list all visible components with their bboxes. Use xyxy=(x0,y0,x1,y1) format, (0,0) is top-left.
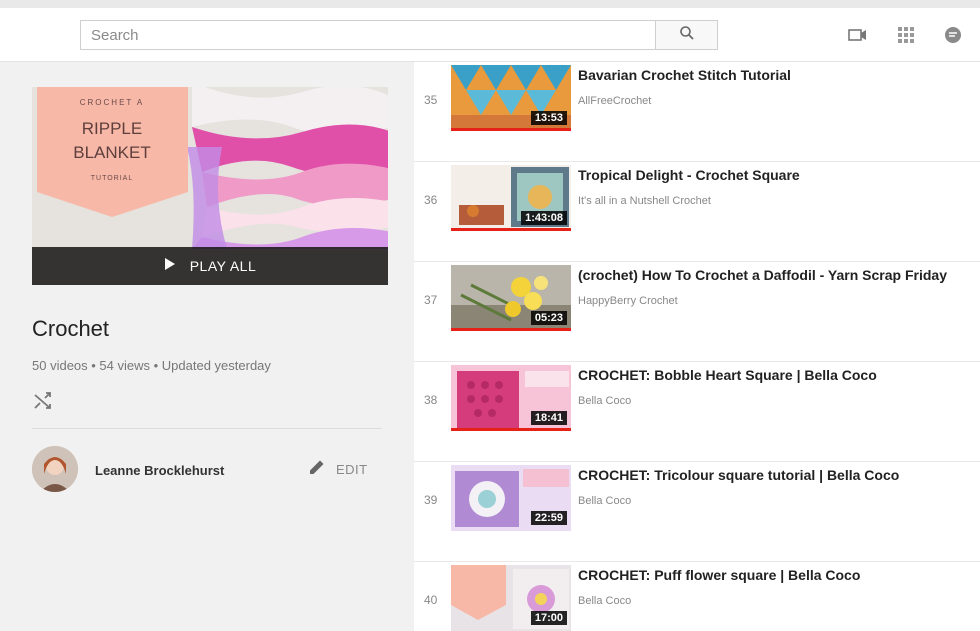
video-thumbnail[interactable]: 22:59 xyxy=(451,465,571,531)
list-item[interactable]: 37 05:23 (crochet) How To Crochet a Daff… xyxy=(414,262,980,362)
video-duration: 05:23 xyxy=(530,311,567,325)
video-channel[interactable]: Bella Coco xyxy=(578,395,631,407)
playlist-video-list: 35 13:53 Bavarian Crochet Stitch Tutoria… xyxy=(414,62,980,631)
video-title[interactable]: CROCHET: Tricolour square tutorial | Bel… xyxy=(578,467,899,483)
video-channel[interactable]: HappyBerry Crochet xyxy=(578,295,678,307)
video-channel[interactable]: AllFreeCrochet xyxy=(578,95,651,107)
video-index: 40 xyxy=(424,593,438,607)
messages-icon[interactable] xyxy=(943,26,963,44)
playlist-stats: 50 videos • 54 views • Updated yesterday xyxy=(32,358,271,373)
video-title[interactable]: CROCHET: Bobble Heart Square | Bella Coc… xyxy=(578,367,877,383)
edit-label: EDIT xyxy=(336,462,368,477)
video-title[interactable]: Tropical Delight - Crochet Square xyxy=(578,167,800,183)
thumb-line1: CROCHET A xyxy=(80,98,145,107)
owner-name[interactable]: Leanne Brocklehurst xyxy=(95,463,224,478)
video-channel[interactable]: Bella Coco xyxy=(578,495,631,507)
watched-progress-bar xyxy=(451,128,571,131)
list-item[interactable]: 39 22:59 CROCHET: Tricolour square tutor… xyxy=(414,462,980,562)
masthead xyxy=(0,8,980,62)
thumb-line4: TUTORIAL xyxy=(91,175,134,182)
video-channel[interactable]: Bella Coco xyxy=(578,595,631,607)
playlist-sidebar: CROCHET A RIPPLE BLANKET TUTORIAL PLAY A… xyxy=(0,62,414,631)
playlist-thumbnail[interactable]: CROCHET A RIPPLE BLANKET TUTORIAL PLAY A… xyxy=(32,87,388,285)
search-input[interactable] xyxy=(81,21,655,49)
video-title[interactable]: (crochet) How To Crochet a Daffodil - Ya… xyxy=(578,267,947,283)
video-duration: 18:41 xyxy=(530,411,567,425)
search-button[interactable] xyxy=(655,20,718,50)
video-duration: 13:53 xyxy=(530,111,567,125)
play-all-button[interactable]: PLAY ALL xyxy=(32,247,388,285)
avatar[interactable] xyxy=(32,446,78,492)
upload-video-icon[interactable] xyxy=(848,26,868,44)
thumb-line2: RIPPLE xyxy=(82,119,142,138)
video-thumbnail[interactable]: 17:00 xyxy=(451,565,571,631)
video-index: 36 xyxy=(424,193,438,207)
play-icon xyxy=(164,257,176,276)
watched-progress-bar xyxy=(451,428,571,431)
video-channel[interactable]: It's all in a Nutshell Crochet xyxy=(578,195,711,207)
edit-button[interactable]: EDIT xyxy=(308,458,368,481)
video-index: 38 xyxy=(424,393,438,407)
video-index: 35 xyxy=(424,93,438,107)
shuffle-icon[interactable] xyxy=(32,390,54,412)
pencil-icon xyxy=(308,458,326,481)
top-strip xyxy=(0,0,980,8)
search-icon xyxy=(679,25,695,46)
video-thumbnail[interactable]: 05:23 xyxy=(451,265,571,331)
apps-grid-icon[interactable] xyxy=(896,26,916,44)
list-item[interactable]: 35 13:53 Bavarian Crochet Stitch Tutoria… xyxy=(414,62,980,162)
thumb-line3: BLANKET xyxy=(73,143,150,162)
video-index: 39 xyxy=(424,493,438,507)
video-duration: 1:43:08 xyxy=(521,211,567,225)
video-title[interactable]: CROCHET: Puff flower square | Bella Coco xyxy=(578,567,860,583)
list-item[interactable]: 40 17:00 CROCHET: Puff flower square | B… xyxy=(414,562,980,631)
video-title[interactable]: Bavarian Crochet Stitch Tutorial xyxy=(578,67,791,83)
search-box[interactable] xyxy=(80,20,656,50)
video-thumbnail[interactable]: 1:43:08 xyxy=(451,165,571,231)
watched-progress-bar xyxy=(451,228,571,231)
video-index: 37 xyxy=(424,293,438,307)
list-item[interactable]: 38 18:41 CROCHET: Bobble Heart Square | … xyxy=(414,362,980,462)
divider xyxy=(32,428,382,429)
video-thumbnail[interactable]: 13:53 xyxy=(451,65,571,131)
watched-progress-bar xyxy=(451,328,571,331)
video-duration: 22:59 xyxy=(530,511,567,525)
video-duration: 17:00 xyxy=(530,611,567,625)
playlist-title: Crochet xyxy=(32,316,110,341)
list-item[interactable]: 36 1:43:08 Tropical Delight - Crochet Sq… xyxy=(414,162,980,262)
video-thumbnail[interactable]: 18:41 xyxy=(451,365,571,431)
play-all-label: PLAY ALL xyxy=(189,258,257,274)
